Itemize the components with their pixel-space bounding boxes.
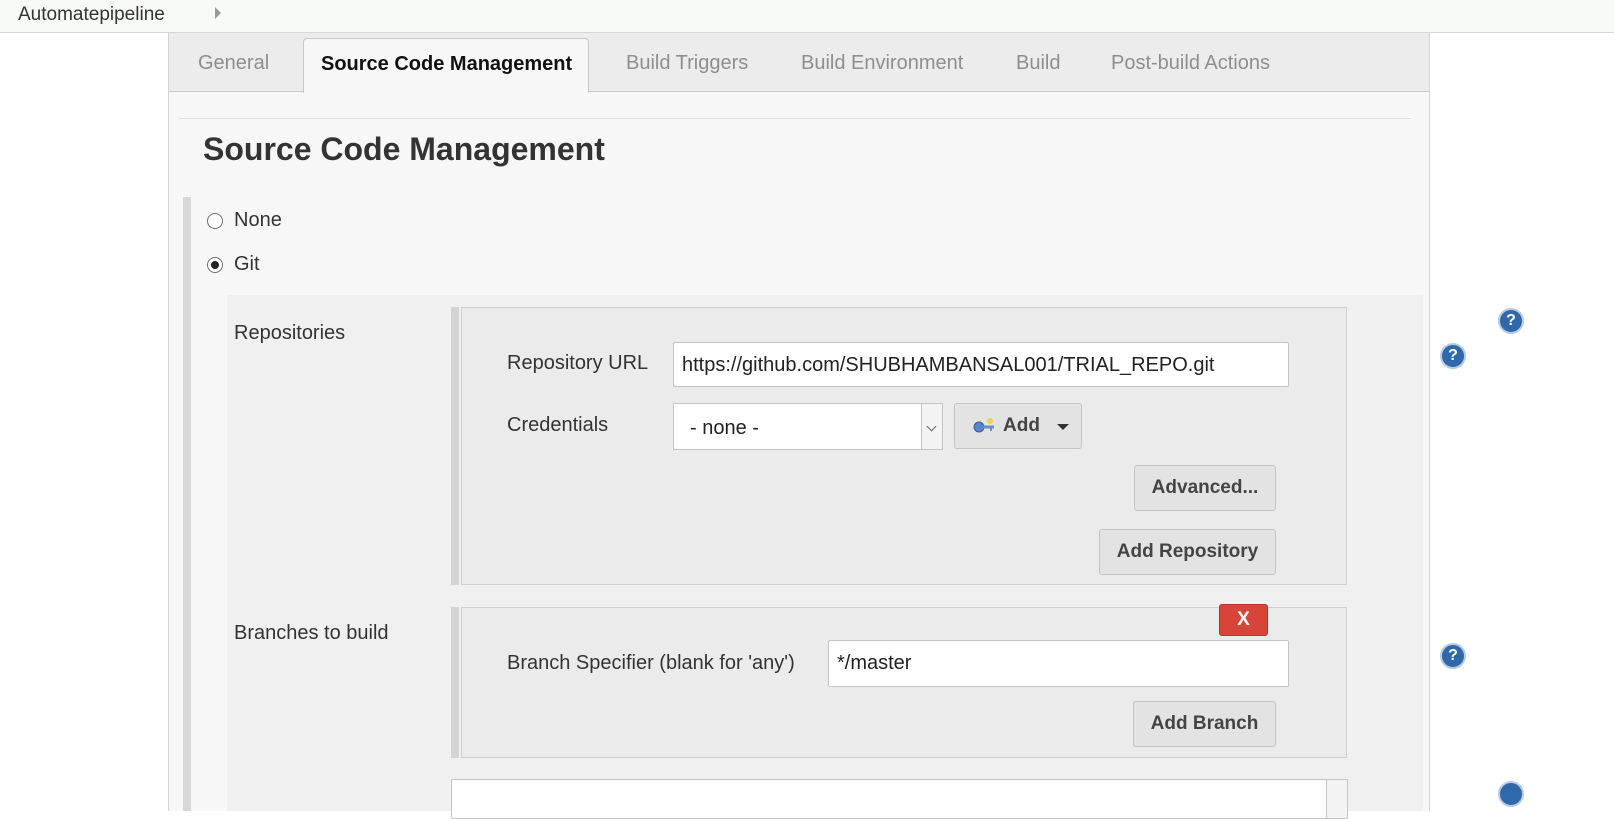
select-arrow-icon[interactable] xyxy=(921,404,942,449)
git-settings: Repositories Repository URL https://gith… xyxy=(227,295,1524,819)
branches-rail xyxy=(451,607,459,758)
chevron-right-icon[interactable] xyxy=(215,7,221,19)
tab-bar: General Source Code Management Build Tri… xyxy=(169,33,1429,93)
next-field-input[interactable] xyxy=(451,779,1327,819)
repositories-help-icon[interactable]: ? xyxy=(1498,308,1524,334)
branch-block: X Branch Specifier (blank for 'any') */m… xyxy=(461,604,1347,758)
radio-none-label[interactable]: None xyxy=(234,209,282,232)
add-branch-button[interactable]: Add Branch xyxy=(1133,701,1276,747)
repository-url-label: Repository URL xyxy=(507,352,649,374)
radio-git[interactable] xyxy=(207,256,223,273)
tab-build[interactable]: Build xyxy=(1016,52,1060,75)
repository-block: Repository URL https://github.com/SHUBHA… xyxy=(461,307,1347,585)
scm-option-git[interactable]: Git xyxy=(207,253,260,276)
radio-none[interactable] xyxy=(207,212,223,229)
add-credentials-button[interactable]: Add xyxy=(954,403,1082,449)
credentials-label: Credentials xyxy=(507,414,609,436)
tab-general[interactable]: General xyxy=(198,52,269,75)
branch-specifier-input[interactable]: */master xyxy=(828,640,1289,687)
branches-to-build-label: Branches to build xyxy=(234,622,389,644)
repository-url-input[interactable]: https://github.com/SHUBHAMBANSAL001/TRIA… xyxy=(673,342,1289,387)
section-rail xyxy=(183,197,191,811)
breadcrumb: Automatepipeline xyxy=(0,0,1614,33)
next-field-arrow[interactable] xyxy=(1326,779,1348,819)
branch-specifier-label: Branch Specifier (blank for 'any') xyxy=(507,652,795,674)
tab-build-environment[interactable]: Build Environment xyxy=(801,52,963,75)
key-icon xyxy=(973,418,994,433)
section-divider xyxy=(179,118,1411,119)
credentials-select[interactable]: - none - xyxy=(673,403,943,450)
tab-post-build-actions[interactable]: Post-build Actions xyxy=(1111,52,1270,75)
radio-git-label[interactable]: Git xyxy=(234,253,260,276)
scm-option-none[interactable]: None xyxy=(207,209,282,232)
repositories-label: Repositories xyxy=(234,322,346,344)
repositories-rail xyxy=(451,307,459,585)
tab-build-triggers[interactable]: Build Triggers xyxy=(626,52,748,75)
config-panel: General Source Code Management Build Tri… xyxy=(168,33,1524,819)
section-title: Source Code Management xyxy=(203,131,605,167)
next-field-help-icon[interactable] xyxy=(1498,781,1524,807)
branch-specifier-help-icon[interactable]: ? xyxy=(1440,643,1466,669)
breadcrumb-job-link[interactable]: Automatepipeline xyxy=(18,4,165,26)
delete-branch-button[interactable]: X xyxy=(1219,604,1268,636)
advanced-button[interactable]: Advanced... xyxy=(1134,465,1276,511)
add-credentials-label: Add xyxy=(1003,415,1040,436)
repository-url-help-icon[interactable]: ? xyxy=(1440,343,1466,369)
tab-source-code-management[interactable]: Source Code Management xyxy=(303,38,590,93)
add-repository-button[interactable]: Add Repository xyxy=(1099,529,1276,575)
caret-down-icon xyxy=(1057,424,1069,430)
credentials-selected-value: - none - xyxy=(690,417,759,439)
